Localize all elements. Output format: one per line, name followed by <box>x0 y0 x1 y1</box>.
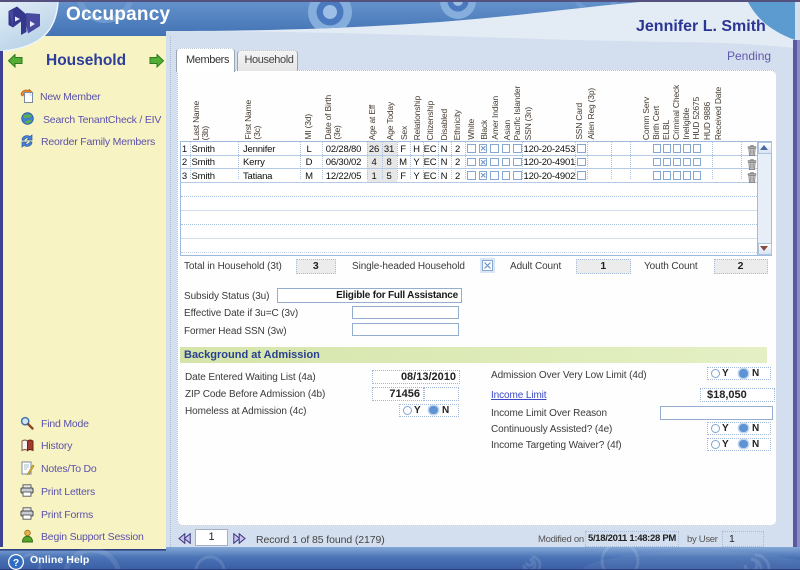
svg-text:?: ? <box>13 557 19 568</box>
